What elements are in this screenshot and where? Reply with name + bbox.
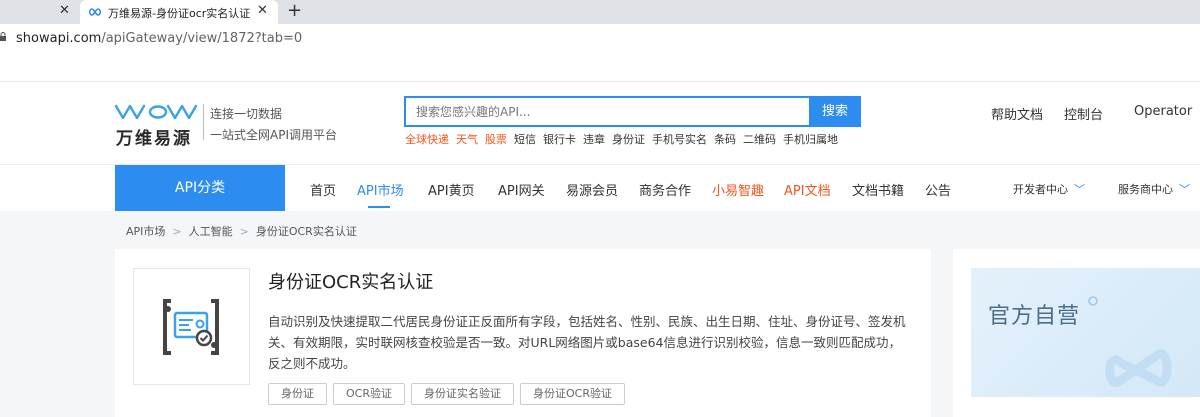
- provider-center-dropdown[interactable]: 服务商中心 ﹀: [1118, 181, 1190, 197]
- browser-tab-inactive[interactable]: ✕: [0, 0, 80, 24]
- provider-center-label: 服务商中心: [1118, 183, 1173, 196]
- site-header: 万维易源 连接一切数据 一站式全网API调用平台 搜索 全球快递天气股票短信银行…: [0, 82, 1200, 164]
- new-tab-button[interactable]: +: [287, 0, 302, 21]
- slogan-line2: 一站式全网API调用平台: [210, 128, 337, 142]
- site-logo[interactable]: 万维易源: [114, 102, 204, 149]
- product-tags: 身份证 OCR验证 身份证实名验证 身份证OCR验证: [268, 382, 631, 405]
- nav-item-api-market[interactable]: API市场: [357, 180, 404, 199]
- nav-item-home[interactable]: 首页: [310, 180, 336, 199]
- nav-item-xiaoyi[interactable]: 小易智趣: [712, 180, 764, 199]
- hot-keyword[interactable]: 天气: [456, 133, 478, 146]
- nav-item-membership[interactable]: 易源会员: [566, 180, 618, 199]
- hot-keywords: 全球快递 天气 股票 短信 银行卡 违章 身份证 手机号实名 条码 二维码 手机归属地: [405, 131, 845, 147]
- hot-keyword[interactable]: 股票: [485, 133, 507, 146]
- content-area: API市场 > 人工智能 > 身份证OCR实名认证 身份证OCR实名认证 自动识别及快速…: [0, 211, 1200, 417]
- address-bar[interactable]: showapi.com/apiGateway/view/1872?tab=0: [0, 24, 1200, 52]
- hot-keyword[interactable]: 二维码: [743, 133, 776, 146]
- logo-wave-icon: [114, 104, 198, 120]
- url-text[interactable]: showapi.com/apiGateway/view/1872?tab=0: [16, 31, 302, 46]
- nav-item-api-yellow-pages[interactable]: API黄页: [428, 180, 475, 199]
- url-host: showapi.com: [16, 31, 102, 46]
- browser-tab-active[interactable]: 万维易源-身份证ocr实名认证 ✕: [80, 0, 278, 24]
- tag-id-ocr[interactable]: 身份证OCR验证: [519, 383, 625, 405]
- infinity-logo-icon: [1088, 296, 1172, 387]
- product-card: 身份证OCR实名认证 自动识别及快速提取二代居民身份证正反面所有字段，包括姓名、…: [115, 249, 931, 417]
- side-panel: 官方自营: [953, 249, 1200, 417]
- tag-ocr[interactable]: OCR验证: [333, 383, 405, 405]
- close-tab-icon[interactable]: ✕: [59, 3, 70, 18]
- nav-item-api-docs[interactable]: API文档: [784, 180, 831, 199]
- breadcrumb-separator: >: [239, 225, 249, 238]
- search-button[interactable]: 搜索: [809, 96, 861, 127]
- close-tab-icon[interactable]: ✕: [257, 3, 268, 18]
- main-nav: API分类 首页 API市场 API黄页 API网关 易源会员 商务合作 小易智…: [0, 164, 1200, 212]
- api-category-button[interactable]: API分类: [115, 165, 285, 212]
- developer-center-label: 开发者中心: [1013, 183, 1068, 196]
- slogan-line1: 连接一切数据: [210, 107, 283, 121]
- tag-id-card[interactable]: 身份证: [268, 383, 327, 405]
- search-input[interactable]: [406, 98, 810, 125]
- hot-keyword[interactable]: 违章: [583, 133, 605, 146]
- tab-title: 万维易源-身份证ocr实名认证: [108, 7, 251, 20]
- product-title: 身份证OCR实名认证: [268, 272, 434, 293]
- breadcrumb-api-market[interactable]: API市场: [126, 225, 165, 238]
- nav-item-announcements[interactable]: 公告: [925, 180, 951, 199]
- product-description: 自动识别及快速提取二代居民身份证正反面所有字段，包括姓名、性别、民族、出生日期、…: [268, 314, 906, 371]
- hot-keyword[interactable]: 手机号实名: [652, 133, 707, 146]
- tag-id-realname[interactable]: 身份证实名验证: [410, 383, 514, 405]
- official-banner[interactable]: 官方自营: [971, 268, 1200, 397]
- url-path: /apiGateway/view/1872?tab=0: [101, 31, 303, 46]
- page-top-spacer: [0, 52, 1200, 82]
- chevron-down-icon: ﹀: [1074, 183, 1085, 196]
- help-docs-link[interactable]: 帮助文档: [991, 104, 1043, 123]
- chevron-down-icon: ﹀: [1179, 183, 1190, 196]
- breadcrumb: API市场 > 人工智能 > 身份证OCR实名认证: [126, 223, 357, 239]
- brand-name: 万维易源: [116, 129, 192, 149]
- hot-keyword[interactable]: 身份证: [612, 133, 645, 146]
- developer-center-dropdown[interactable]: 开发者中心 ﹀: [1013, 181, 1085, 197]
- breadcrumb-ai[interactable]: 人工智能: [189, 225, 233, 238]
- user-menu[interactable]: Operator: [1134, 104, 1192, 119]
- hot-keyword[interactable]: 全球快递: [405, 133, 449, 146]
- browser-tab-bar: ✕ 万维易源-身份证ocr实名认证 ✕ +: [0, 0, 1200, 24]
- breadcrumb-current: 身份证OCR实名认证: [255, 225, 357, 238]
- lock-icon: [0, 32, 6, 41]
- nav-item-business[interactable]: 商务合作: [639, 180, 691, 199]
- search-box[interactable]: [404, 96, 810, 127]
- console-link[interactable]: 控制台: [1064, 104, 1103, 123]
- hot-keyword[interactable]: 银行卡: [543, 133, 576, 146]
- id-card-icon: [163, 299, 219, 355]
- hot-keyword[interactable]: 条码: [714, 133, 736, 146]
- active-nav-underline: [368, 206, 390, 208]
- logo-divider: [203, 104, 204, 140]
- site-favicon-icon: [88, 8, 102, 16]
- official-label: 官方自营: [988, 304, 1081, 329]
- nav-item-books[interactable]: 文档书籍: [852, 180, 904, 199]
- breadcrumb-separator: >: [172, 225, 182, 238]
- product-icon-box: [133, 268, 250, 385]
- hot-keyword[interactable]: 手机归属地: [783, 133, 838, 146]
- hot-keyword[interactable]: 短信: [514, 133, 536, 146]
- nav-item-api-gateway[interactable]: API网关: [498, 180, 545, 199]
